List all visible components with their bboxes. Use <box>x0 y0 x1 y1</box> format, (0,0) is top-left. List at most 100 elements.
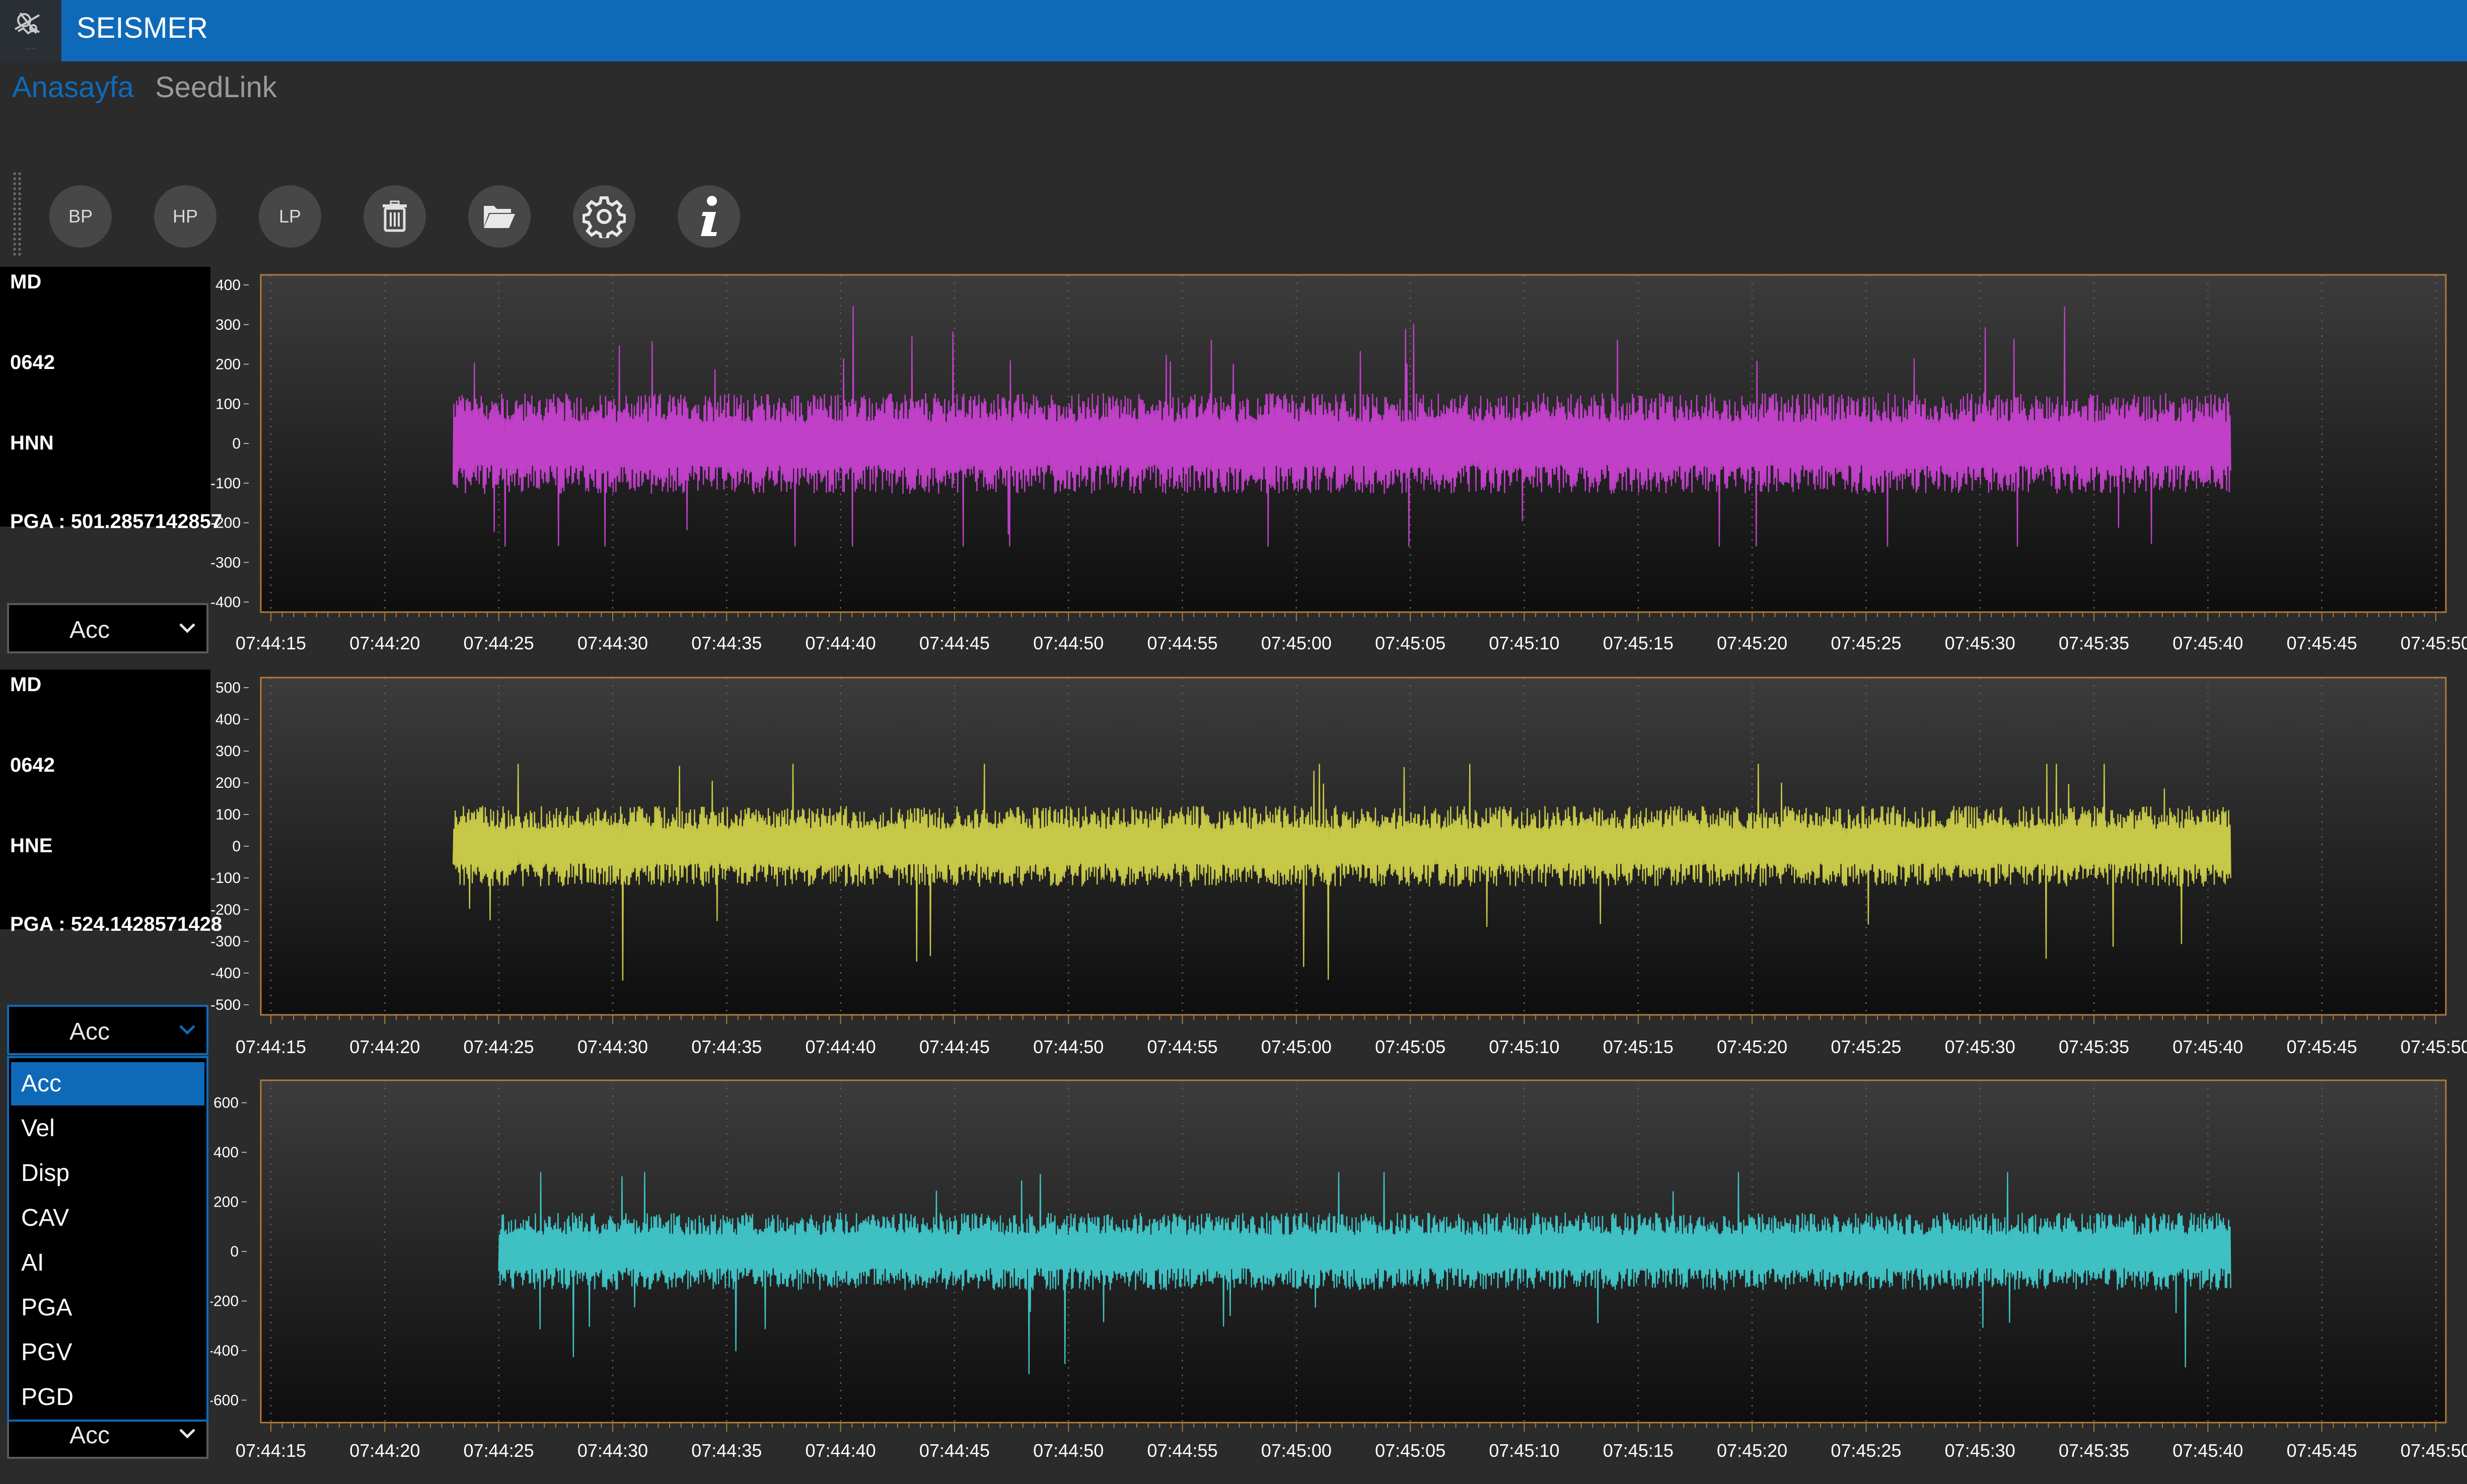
x-tick-label: 07:44:35 <box>691 1440 762 1461</box>
y-tick-label: 300 <box>215 743 241 760</box>
y-tick-label: 100 <box>215 806 241 823</box>
x-tick-label: 07:45:35 <box>2059 1440 2129 1461</box>
toolbar-grip-handle[interactable] <box>12 171 22 257</box>
x-tick-label: 07:45:45 <box>2287 633 2357 653</box>
chevron-down-icon <box>179 1429 195 1439</box>
y-tick-label: 400 <box>215 277 241 293</box>
x-tick-label: 07:45:30 <box>1945 633 2015 653</box>
pga-value: PGA : 501.2857142857 <box>10 510 223 533</box>
x-tick-label: 07:45:10 <box>1489 1036 1559 1057</box>
x-tick-label: 07:44:50 <box>1033 633 1104 653</box>
x-tick-label: 07:44:45 <box>919 1440 990 1461</box>
y-tick-label: -400 <box>210 965 241 982</box>
dropdown-option-disp[interactable]: Disp <box>11 1152 204 1195</box>
y-tick-label: 0 <box>230 1243 239 1260</box>
waveform-chart-hnn[interactable]: 400 300 200 100 0 -100 -200 -300 -400 07:44:15 07:… <box>210 267 2467 670</box>
tab-seedlink[interactable]: SeedLink <box>155 67 277 108</box>
dropdown-option-vel[interactable]: Vel <box>11 1107 204 1150</box>
dropdown-option-acc[interactable]: Acc <box>11 1062 204 1105</box>
y-tick-label: -200 <box>210 1293 239 1309</box>
y-tick-label: -200 <box>210 902 241 918</box>
channel-code: HNE <box>10 835 53 857</box>
x-tick-label: 07:44:30 <box>577 633 648 653</box>
x-tick-label: 07:45:35 <box>2059 1036 2129 1057</box>
x-tick-label: 07:44:50 <box>1033 1440 1104 1461</box>
x-tick-label: 07:44:45 <box>919 633 990 653</box>
tab-anasayfa[interactable]: Anasayfa <box>12 67 134 108</box>
x-tick-label: 07:45:10 <box>1489 1440 1559 1461</box>
app-title: SEISMER <box>77 12 208 44</box>
info-button[interactable] <box>678 185 740 248</box>
folder-open-icon <box>484 206 515 228</box>
mode-select-value: Acc <box>69 617 110 643</box>
x-tick-label: 07:45:10 <box>1489 633 1559 653</box>
y-tick-label: 600 <box>213 1095 239 1111</box>
x-tick-label: 07:44:15 <box>236 633 306 653</box>
title-bar: ····· SEISMER <box>0 0 2467 61</box>
y-tick-label: 100 <box>215 396 241 412</box>
dropdown-option-pgv[interactable]: PGV <box>11 1331 204 1374</box>
dropdown-option-pga[interactable]: PGA <box>11 1286 204 1329</box>
y-tick-label: -100 <box>210 870 241 886</box>
x-tick-label: 07:44:15 <box>236 1440 306 1461</box>
mode-dropdown-list[interactable]: Acc Vel Disp CAV AI PGA PGV PGD <box>7 1056 208 1422</box>
x-tick-label: 07:44:20 <box>349 1440 420 1461</box>
x-tick-label: 07:44:35 <box>691 1036 762 1057</box>
x-tick-label: 07:44:55 <box>1147 1036 1217 1057</box>
x-tick-label: 07:45:25 <box>1831 633 1901 653</box>
x-tick-label: 07:44:55 <box>1147 1440 1217 1461</box>
y-tick-label: -400 <box>210 1343 239 1359</box>
waveform-chart-hne[interactable]: 500 400 300 200 100 0 -100 -200 -300 -400 -500 07:4… <box>210 670 2467 1072</box>
x-tick-label: 07:45:00 <box>1261 633 1332 653</box>
x-tick-label: 07:44:20 <box>349 633 420 653</box>
station-code: 0642 <box>10 754 55 776</box>
bp-filter-button[interactable]: BP <box>49 185 112 248</box>
info-icon <box>701 196 717 236</box>
y-tick-label: 200 <box>215 356 241 373</box>
x-tick-label: 07:45:20 <box>1717 1036 1787 1057</box>
x-tick-label: 07:45:45 <box>2287 1036 2357 1057</box>
chevron-down-icon <box>179 1025 195 1035</box>
y-tick-label: 400 <box>213 1144 239 1161</box>
delete-button[interactable] <box>364 185 426 248</box>
trash-icon <box>383 200 407 232</box>
lp-filter-button[interactable]: LP <box>259 185 321 248</box>
dropdown-option-cav[interactable]: CAV <box>11 1197 204 1240</box>
x-tick-label: 07:44:25 <box>464 1440 534 1461</box>
x-tick-label: 07:45:50 <box>2401 1036 2467 1057</box>
settings-button[interactable] <box>573 185 635 248</box>
pga-value: PGA : 524.1428571428 <box>10 913 223 935</box>
x-tick-label: 07:45:15 <box>1603 633 1674 653</box>
seismer-logo-icon: ····· <box>0 0 61 61</box>
mode-select-value: Acc <box>69 1422 110 1449</box>
x-tick-label: 07:44:45 <box>919 1036 990 1057</box>
x-tick-label: 07:45:15 <box>1603 1440 1674 1461</box>
x-tick-label: 07:45:30 <box>1945 1036 2015 1057</box>
hp-filter-button[interactable]: HP <box>154 185 216 248</box>
mode-select[interactable]: Acc <box>7 1005 208 1055</box>
station-code: 0642 <box>10 351 55 374</box>
x-tick-label: 07:45:40 <box>2172 633 2243 653</box>
x-tick-label: 07:44:40 <box>806 1036 876 1057</box>
x-tick-label: 07:44:40 <box>806 633 876 653</box>
open-folder-button[interactable] <box>468 185 531 248</box>
x-tick-label: 07:44:30 <box>577 1036 648 1057</box>
y-tick-label: 300 <box>215 317 241 333</box>
x-tick-label: 07:44:25 <box>464 633 534 653</box>
x-tick-label: 07:45:50 <box>2401 1440 2467 1461</box>
mode-select-value: Acc <box>69 1018 110 1045</box>
dropdown-option-pgd[interactable]: PGD <box>11 1376 204 1419</box>
x-tick-label: 07:44:25 <box>464 1036 534 1057</box>
x-tick-label: 07:45:20 <box>1717 1440 1787 1461</box>
y-tick-label: 400 <box>215 711 241 728</box>
y-tick-label: -200 <box>210 515 241 532</box>
dropdown-option-ai[interactable]: AI <box>11 1241 204 1285</box>
y-tick-label: 0 <box>232 838 241 855</box>
y-tick-label: -100 <box>210 475 241 492</box>
network-code: MD <box>10 674 42 696</box>
mode-select[interactable]: Acc <box>7 603 208 653</box>
x-tick-label: 07:45:05 <box>1375 633 1445 653</box>
x-tick-label: 07:45:45 <box>2287 1440 2357 1461</box>
waveform-chart-3[interactable]: 600 400 200 0 -200 -400 -600 07:44:15 07:44:20 07… <box>210 1072 2467 1484</box>
y-tick-label: -300 <box>210 933 241 950</box>
